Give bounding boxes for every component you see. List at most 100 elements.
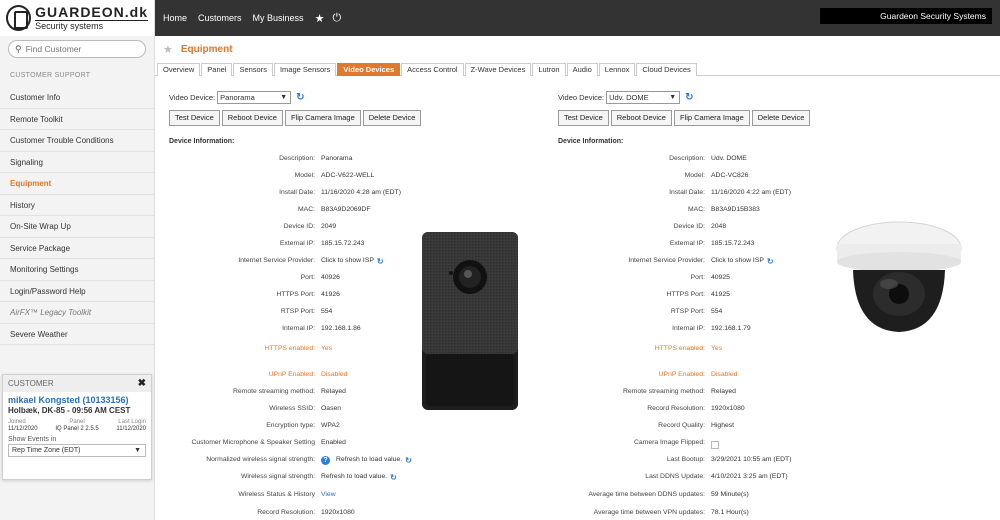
device-panel-right: Video Device: Udv. DOME ▼ ↻ Test Device … <box>558 90 998 516</box>
view-link[interactable]: View <box>321 491 336 503</box>
panel-label: Panel <box>69 419 85 425</box>
device-field-row: Customer Microphone & Speaker Setting Ena… <box>169 439 346 451</box>
device-field-row: Camera Image Flipped: <box>558 439 719 451</box>
device-field-row: Last DDNS Update: 4/10/2021 3:25 am (EDT) <box>558 473 787 485</box>
refresh-icon[interactable]: ↻ <box>405 456 412 468</box>
video-device-value: Udv. DOME <box>609 92 649 102</box>
nav-my-business[interactable]: My Business <box>253 13 304 23</box>
top-bar: Home Customers My Business ★ ⏻ Guardeon … <box>155 0 1000 36</box>
field-label: Last DDNS Update: <box>645 473 705 480</box>
video-device-select[interactable]: Panorama ▼ <box>217 90 292 104</box>
sidebar-item-monitoring-settings[interactable]: Monitoring Settings <box>0 259 154 281</box>
sidebar-item-history[interactable]: History <box>0 195 154 216</box>
star-icon[interactable]: ★ <box>315 12 325 25</box>
sidebar-item-remote-toolkit[interactable]: Remote Toolkit <box>0 109 154 130</box>
device-field-row: Internal IP: 192.168.1.86 <box>169 325 361 337</box>
sidebar-item-trouble-conditions[interactable]: Customer Trouble Conditions <box>0 130 154 152</box>
brand-name: GUARDEON.dk <box>35 4 148 20</box>
tab-video-devices[interactable]: Video Devices <box>337 63 401 76</box>
sidebar-item-airfx-legacy-toolkit[interactable]: AirFX™ Legacy Toolkit <box>0 302 154 324</box>
field-label: Remote streaming method: <box>623 388 705 395</box>
delete-device-button[interactable]: Delete Device <box>362 110 422 126</box>
page-header: ★ Equipment <box>155 36 1000 63</box>
device-field-row: HTTPS enabled: Yes <box>558 345 722 357</box>
field-label: HTTPS enabled: <box>264 345 315 352</box>
tab-lutron[interactable]: Lutron <box>532 63 566 76</box>
sidebar-item-signaling[interactable]: Signaling <box>0 152 154 173</box>
sidebar-item-severe-weather[interactable]: Severe Weather <box>0 324 154 345</box>
field-value: 41925 <box>711 291 730 298</box>
flip-camera-image-button[interactable]: Flip Camera Image <box>673 110 750 126</box>
close-icon[interactable]: ✖ <box>138 378 146 389</box>
field-value: 1920x1080 <box>321 509 355 516</box>
field-label: Description: <box>279 155 315 162</box>
test-device-button[interactable]: Test Device <box>169 110 220 126</box>
test-device-button[interactable]: Test Device <box>558 110 609 126</box>
nav-customers[interactable]: Customers <box>198 13 242 23</box>
device-field-row: Average time between VPN updates: 78.1 Ho… <box>558 509 749 520</box>
device-field-row: Description: Panorama <box>169 155 352 167</box>
customer-name-link[interactable]: mikael Kongsted (10133156) <box>3 392 151 405</box>
sidebar-item-on-site-wrap-up[interactable]: On-Site Wrap Up <box>0 216 154 238</box>
refresh-icon[interactable]: ↻ <box>296 92 304 103</box>
camera-flipped-checkbox[interactable] <box>711 441 719 449</box>
nav-home[interactable]: Home <box>163 13 187 23</box>
refresh-icon[interactable]: ↻ <box>377 257 384 269</box>
tab-image-sensors[interactable]: Image Sensors <box>273 63 337 76</box>
field-label: Port: <box>690 274 705 281</box>
tab-cloud-devices[interactable]: Cloud Devices <box>636 63 697 76</box>
field-value: Relayed <box>321 388 346 395</box>
field-value: Disabled <box>711 371 738 378</box>
power-icon[interactable]: ⏻ <box>332 12 341 25</box>
refresh-icon[interactable]: ↻ <box>767 257 774 269</box>
field-value: 1920x1080 <box>711 405 745 412</box>
field-value: 41926 <box>321 291 340 298</box>
sidebar-item-login-password-help[interactable]: Login/Password Help <box>0 281 154 302</box>
field-label: RTSP Port: <box>670 308 705 315</box>
time-zone-select[interactable]: Rep Time Zone (EDT) ▼ <box>8 444 146 457</box>
device-field-row: MAC: B83A9D2069DF <box>169 206 371 218</box>
favorite-star-icon[interactable]: ★ <box>163 43 173 56</box>
field-label: Average time between VPN updates: <box>593 509 705 516</box>
account-name[interactable]: Guardeon Security Systems <box>820 8 992 24</box>
customer-card-header: CUSTOMER <box>8 379 54 388</box>
find-customer-box[interactable]: ⚲ <box>8 40 146 58</box>
field-value: 40925 <box>711 274 730 281</box>
logo[interactable]: GUARDEON.dk Security systems <box>0 0 154 36</box>
reboot-device-button[interactable]: Reboot Device <box>610 110 672 126</box>
tab-access-control[interactable]: Access Control <box>401 63 464 76</box>
sidebar-item-customer-info[interactable]: Customer Info <box>0 87 154 109</box>
tab-sensors[interactable]: Sensors <box>233 63 273 76</box>
find-customer-input[interactable] <box>25 44 136 54</box>
field-label: Install Date: <box>279 189 315 196</box>
tab-overview[interactable]: Overview <box>157 63 201 76</box>
flip-camera-image-button[interactable]: Flip Camera Image <box>284 110 361 126</box>
chevron-down-icon: ▼ <box>669 93 677 101</box>
tab-lennox[interactable]: Lennox <box>598 63 636 76</box>
show-isp-link[interactable]: Click to show ISP <box>711 257 764 269</box>
show-isp-link[interactable]: Click to show ISP <box>321 257 374 269</box>
refresh-icon[interactable]: ↻ <box>685 92 693 103</box>
reboot-device-button[interactable]: Reboot Device <box>221 110 283 126</box>
field-label: Internet Service Provider: <box>628 257 705 264</box>
device-field-row: Internal IP: 192.168.1.79 <box>558 325 751 337</box>
device-field-row: Average time between DDNS updates: 59 Min… <box>558 491 748 503</box>
tab-panel[interactable]: Panel <box>201 63 233 76</box>
device-field-row: External IP: 185.15.72.243 <box>558 240 755 252</box>
help-icon[interactable]: ? <box>321 456 330 465</box>
video-device-select[interactable]: Udv. DOME ▼ <box>606 90 681 104</box>
field-label: Device ID: <box>283 223 315 230</box>
sidebar-item-equipment[interactable]: Equipment <box>0 173 154 195</box>
tab-z-wave-devices[interactable]: Z-Wave Devices <box>464 63 532 76</box>
field-value: Enabled <box>321 439 346 446</box>
device-field-row: Record Resolution: 1920x1080 <box>169 509 355 520</box>
tab-audio[interactable]: Audio <box>566 63 598 76</box>
device-field-row: MAC: B83A9D15B383 <box>558 206 760 218</box>
field-label: Device ID: <box>673 223 705 230</box>
delete-device-button[interactable]: Delete Device <box>751 110 811 126</box>
section-label: CUSTOMER SUPPORT <box>10 72 91 79</box>
device-field-row: Port: 40926 <box>169 274 340 286</box>
refresh-icon[interactable]: ↻ <box>390 473 397 485</box>
sidebar-item-service-package[interactable]: Service Package <box>0 238 154 259</box>
chevron-down-icon: ▼ <box>280 93 288 101</box>
